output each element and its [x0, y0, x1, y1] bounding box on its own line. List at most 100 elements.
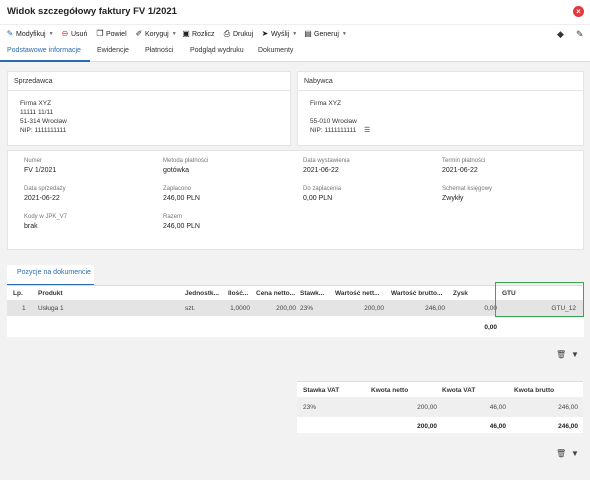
- scheme-value: Zwykły: [442, 195, 464, 202]
- cell-vat-rate: 23%: [303, 404, 317, 411]
- seller-line: 11111 11/11: [20, 109, 54, 116]
- delete-button[interactable]: ⊖ Usuń: [61, 28, 88, 40]
- due-date-label: Termin płatności: [442, 158, 486, 164]
- chevron-down-icon: ▼: [341, 31, 347, 37]
- modify-button[interactable]: ✎ Modyfikuj ▼: [6, 28, 54, 40]
- seller-line: Firma XYZ: [20, 100, 52, 107]
- table-row[interactable]: [297, 397, 583, 417]
- cell-unit: szt.: [185, 305, 196, 312]
- to-pay-label: Do zapłacenia: [303, 186, 342, 192]
- issue-date-label: Data wystawienia: [303, 158, 350, 164]
- pencil-icon[interactable]: ✎: [576, 29, 584, 40]
- tab-documents[interactable]: Dokumenty: [258, 47, 293, 54]
- correct-icon: ✐: [135, 29, 143, 38]
- edit-icon: ✎: [6, 29, 14, 38]
- tab-basic-info[interactable]: Podstawowe informacje: [7, 47, 81, 54]
- seller-line: NIP: 1111111111: [20, 127, 67, 134]
- filter-icon[interactable]: ▼: [571, 449, 579, 458]
- sale-date-label: Data sprzedaży: [24, 186, 66, 192]
- list-icon[interactable]: ☰: [364, 126, 370, 134]
- column-header[interactable]: Wartość nett...: [335, 290, 380, 297]
- vat-summary-table: Stawka VAT Kwota netto Kwota VAT Kwota b…: [297, 381, 583, 433]
- tab-records[interactable]: Ewidencje: [97, 47, 129, 54]
- profit-total: 0,00: [484, 324, 497, 331]
- column-header[interactable]: Ilość...: [228, 290, 248, 297]
- money-icon: ▣: [182, 29, 190, 38]
- trash-icon[interactable]: 🗑: [556, 449, 566, 458]
- due-date-value: 2021-06-22: [442, 167, 478, 174]
- buyer-card: Nabywca Firma XYZ 55-010 Wrocław NIP: 11…: [297, 71, 584, 146]
- send-icon: ➤: [261, 29, 269, 38]
- print-label: Drukuj: [233, 30, 254, 38]
- cell-vat-gross: 246,00: [558, 404, 578, 411]
- send-button[interactable]: ➤ Wyślij ▼: [261, 28, 298, 40]
- correct-label: Koryguj: [145, 30, 169, 38]
- column-header[interactable]: Kwota netto: [371, 387, 408, 394]
- cell-net-price: 200,00: [276, 305, 296, 312]
- cell-product: Usługa 1: [38, 305, 64, 312]
- settle-button[interactable]: ▣ Rozlicz: [182, 28, 215, 40]
- column-header[interactable]: Cena netto...: [256, 290, 295, 297]
- column-header[interactable]: Kwota VAT: [442, 387, 475, 394]
- column-header[interactable]: Stawk...: [300, 290, 324, 297]
- correct-button[interactable]: ✐ Koryguj ▼: [135, 28, 177, 40]
- seller-header: Sprzedawca: [8, 72, 290, 91]
- window-title: Widok szczegółowy faktury FV 1/2021: [7, 6, 177, 17]
- print-button[interactable]: ⎙ Drukuj: [223, 28, 253, 40]
- chevron-down-icon: ▼: [48, 31, 54, 37]
- column-header[interactable]: Zysk: [453, 290, 468, 297]
- seller-card: Sprzedawca Firma XYZ 11111 11/11 51-314 …: [7, 71, 291, 146]
- number-label: Numer: [24, 158, 43, 164]
- column-header[interactable]: Wartość brutto...: [391, 290, 442, 297]
- duplicate-button[interactable]: ❐ Powiel: [96, 28, 127, 40]
- scheme-label: Schemat księgowy: [442, 186, 493, 192]
- paid-label: Zapłacono: [163, 186, 192, 192]
- buyer-line: Firma XYZ: [310, 100, 342, 107]
- seller-line: 51-314 Wrocław: [20, 118, 67, 125]
- cell-net-value: 200,00: [364, 305, 384, 312]
- modify-label: Modyfikuj: [16, 30, 46, 38]
- issue-date-value: 2021-06-22: [303, 167, 339, 174]
- column-header[interactable]: Jednostk...: [185, 290, 219, 297]
- copy-icon: ❐: [96, 29, 104, 38]
- payment-method-label: Metoda płatności: [163, 158, 209, 164]
- gtu-highlight-box: [495, 282, 584, 317]
- title-bar: Widok szczegółowy faktury FV 1/2021 ×: [0, 0, 590, 24]
- send-label: Wyślij: [271, 30, 290, 38]
- tag-icon[interactable]: ◆: [557, 29, 564, 40]
- cell-vat-net: 200,00: [417, 404, 437, 411]
- filter-icon[interactable]: ▼: [571, 350, 579, 359]
- trash-icon[interactable]: 🗑: [556, 350, 566, 359]
- tab-items[interactable]: Pozycje na dokumencie: [7, 265, 94, 285]
- buyer-line: NIP: 1111111111: [310, 127, 357, 134]
- column-header[interactable]: Produkt: [38, 290, 63, 297]
- duplicate-label: Powiel: [106, 30, 127, 38]
- total-gross: 246,00: [558, 423, 578, 430]
- number-value: FV 1/2021: [24, 167, 57, 174]
- total-net: 200,00: [417, 423, 437, 430]
- tab-print-preview[interactable]: Podgląd wydruku: [190, 47, 244, 54]
- seller-title: Sprzedawca: [14, 78, 53, 85]
- buyer-header: Nabywca: [298, 72, 583, 91]
- items-tab-label: Pozycje na dokumencie: [17, 269, 91, 276]
- cell-rate: 23%: [300, 305, 314, 312]
- paid-value: 246,00 PLN: [163, 195, 200, 202]
- generate-button[interactable]: ▤ Generuj ▼: [304, 28, 347, 40]
- toolbar: ✎ Modyfikuj ▼ ⊖ Usuń ❐ Powiel ✐ Koryguj …: [0, 24, 590, 42]
- tab-bar: Podstawowe informacje Ewidencje Płatnośc…: [0, 42, 590, 62]
- tab-payments[interactable]: Płatności: [145, 47, 173, 54]
- print-icon: ⎙: [223, 29, 231, 38]
- total-label: Razem: [163, 214, 183, 220]
- details-card: Numer FV 1/2021 Metoda płatności gotówka…: [7, 150, 584, 250]
- column-header[interactable]: Kwota brutto: [514, 387, 554, 394]
- settle-label: Rozlicz: [192, 30, 215, 38]
- buyer-line: 55-010 Wrocław: [310, 118, 357, 125]
- to-pay-value: 0,00 PLN: [303, 195, 333, 202]
- cell-vat-amount: 46,00: [489, 404, 506, 411]
- jpk-label: Kody w JPK_V7: [24, 214, 68, 220]
- document-icon: ▤: [304, 29, 312, 38]
- chevron-down-icon: ▼: [171, 31, 177, 37]
- close-icon[interactable]: ×: [573, 6, 584, 17]
- column-header[interactable]: Lp.: [13, 290, 23, 297]
- column-header[interactable]: Stawka VAT: [303, 387, 339, 394]
